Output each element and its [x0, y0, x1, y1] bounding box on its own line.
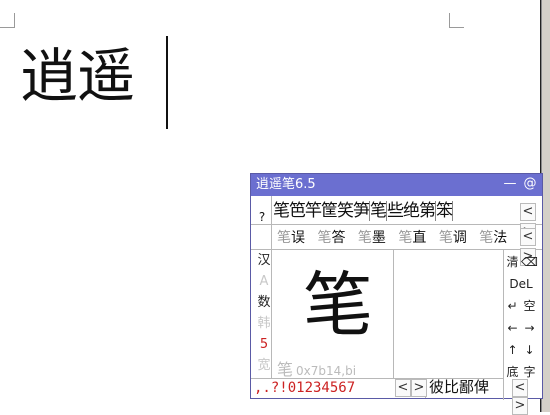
help-button[interactable]: ?	[254, 210, 270, 228]
punctuation-bar[interactable]: ,.?!01234567	[254, 379, 355, 397]
candidate-item[interactable]: 竿	[305, 201, 322, 221]
down-arrow-button[interactable]: ↓	[521, 339, 538, 361]
candidate-item[interactable]: 笔	[273, 201, 290, 221]
left-arrow-button[interactable]: ←	[504, 317, 521, 339]
phrase-item[interactable]: 笔直	[398, 230, 426, 246]
clear-button[interactable]: 清	[504, 251, 521, 273]
association-candidates[interactable]: 彼比鄙俾	[429, 377, 489, 397]
phrase-list: 笔误 笔答 笔墨 笔直 笔调 笔法	[277, 227, 515, 249]
key-row: 清 ⌫	[504, 251, 542, 273]
ime-title: 逍遥笔6.5	[256, 177, 316, 192]
candidate-item[interactable]: 笨	[435, 201, 453, 221]
phrase-item[interactable]: 笔误	[277, 230, 305, 246]
candidate-item[interactable]: 笑	[337, 201, 354, 221]
phrase-item[interactable]: 笔答	[317, 230, 345, 246]
candidate-item[interactable]: 第	[419, 201, 436, 221]
minimize-button[interactable]: —	[503, 176, 517, 192]
key-row: ↑ ↓	[504, 339, 542, 361]
candidate-item[interactable]: 绝	[403, 201, 420, 221]
page-corner-mark	[449, 13, 464, 28]
up-arrow-button[interactable]: ↑	[504, 339, 521, 361]
phrase-item[interactable]: 笔墨	[358, 230, 386, 246]
enter-button[interactable]: ↵	[504, 295, 521, 317]
document-text[interactable]: 逍遥	[20, 36, 135, 116]
candidate-item[interactable]: 些	[387, 201, 404, 221]
next-page-button[interactable]: >	[411, 379, 427, 397]
prev-page-button[interactable]: <	[520, 228, 536, 246]
divider	[251, 224, 542, 225]
character-code-info: 笔 0x7b14,bi	[277, 360, 357, 379]
text-cursor	[166, 36, 168, 129]
phrase-item[interactable]: 笔法	[479, 230, 507, 246]
association-pager: <>	[512, 379, 542, 415]
key-row: ↵ 空	[504, 295, 542, 317]
prev-page-button[interactable]: <	[520, 203, 536, 221]
ime-titlebar[interactable]: 逍遥笔6.5 — @	[251, 174, 542, 196]
right-arrow-button[interactable]: →	[521, 317, 538, 339]
space-button[interactable]: 空	[521, 295, 538, 317]
about-button[interactable]: @	[522, 176, 538, 192]
candidate-pager: <>	[513, 202, 543, 241]
punctuation-pager: < >	[395, 379, 427, 397]
phrase-item[interactable]: 笔调	[439, 230, 467, 246]
candidate-list: 笔笆竿筐笑笋笔些绝第笨	[273, 199, 453, 223]
handwriting-ime-window[interactable]: 逍遥笔6.5 — @ ? 笔笆竿筐笑笋笔些绝第笨 <> 笔误 笔答 笔墨 笔直 …	[250, 173, 543, 415]
page-corner-mark	[0, 13, 15, 28]
next-page-button[interactable]: >	[512, 397, 528, 415]
prev-page-button[interactable]: <	[512, 379, 528, 397]
candidate-item[interactable]: 笋	[353, 201, 370, 221]
key-row: DeL	[504, 273, 542, 295]
key-row: ← →	[504, 317, 542, 339]
delete-button[interactable]: DeL	[504, 273, 538, 295]
backspace-button[interactable]: ⌫	[521, 251, 538, 273]
candidate-item-selected[interactable]: 笔	[369, 201, 387, 221]
phrase-pager: <>	[513, 227, 543, 266]
candidate-item[interactable]: 筐	[321, 201, 338, 221]
candidate-item[interactable]: 笆	[289, 201, 306, 221]
prev-page-button[interactable]: <	[395, 379, 411, 397]
